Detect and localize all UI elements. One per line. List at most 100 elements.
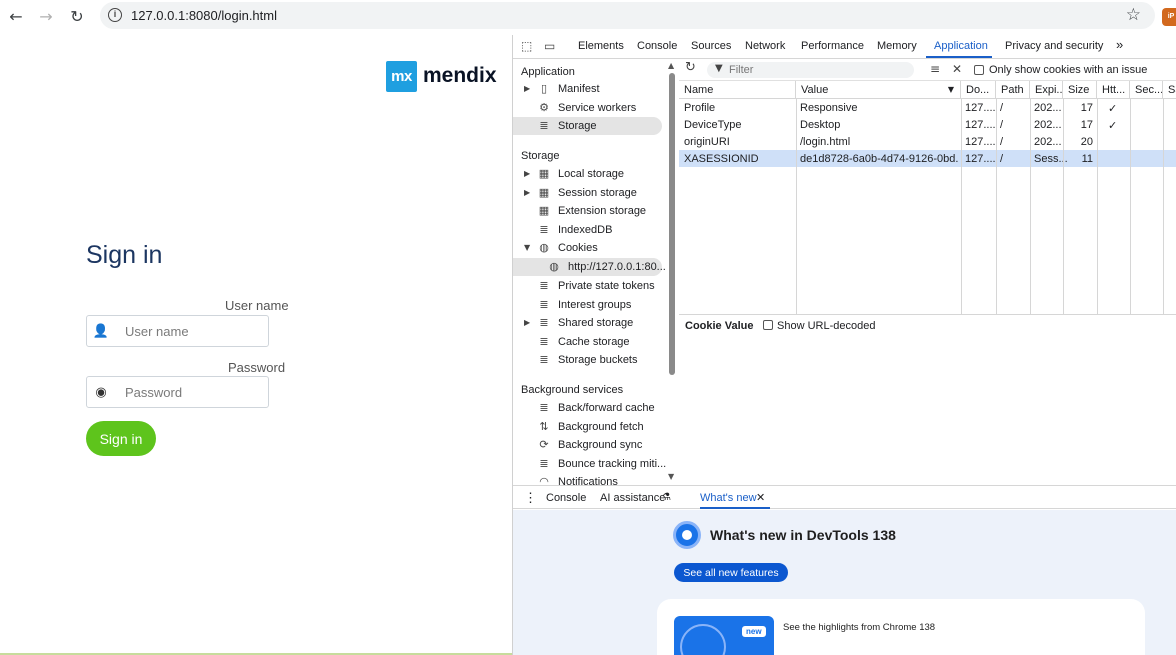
- sidebar-item-extension-storage[interactable]: ▦ Extension storage: [513, 202, 663, 220]
- sidebar-item-storage[interactable]: ≣ Storage: [513, 117, 662, 135]
- password-field[interactable]: ◉ Password: [86, 376, 269, 408]
- sidebar-item-cookie-origin[interactable]: ◍ http://127.0.0.1:80...: [513, 258, 666, 276]
- bookmark-star-icon[interactable]: ☆: [1126, 5, 1141, 25]
- database-icon: ≣: [539, 316, 549, 329]
- table-row[interactable]: Profile Responsive 127.... / 202... 17 ✓: [679, 99, 1176, 116]
- expand-arrow-icon[interactable]: ▶: [524, 169, 530, 178]
- sidebar-item-background-sync[interactable]: ⟳ Background sync: [513, 436, 663, 454]
- only-issue-checkbox[interactable]: [974, 65, 984, 75]
- drawer-menu-icon[interactable]: ⋮: [524, 490, 537, 506]
- sidebar-item-interest-groups[interactable]: ≣ Interest groups: [513, 296, 663, 314]
- sidebar-item-label: Notifications: [558, 476, 618, 485]
- tab-elements[interactable]: Elements: [578, 40, 624, 52]
- eye-hidden-icon[interactable]: ◉: [87, 377, 115, 407]
- show-url-decoded-checkbox[interactable]: [763, 320, 773, 330]
- sidebar-item-indexeddb[interactable]: ≣ IndexedDB: [513, 221, 663, 239]
- cell-path: /: [1000, 136, 1004, 148]
- username-placeholder[interactable]: User name: [125, 324, 189, 339]
- column-header-httponly[interactable]: Htt...: [1097, 81, 1130, 99]
- sidebar-item-label: Shared storage: [558, 317, 634, 329]
- collapse-arrow-icon[interactable]: ▼: [524, 243, 530, 252]
- delete-icon[interactable]: ✕: [952, 62, 962, 76]
- table-row[interactable]: originURI /login.html 127.... / 202... 2…: [679, 133, 1176, 150]
- see-all-features-button[interactable]: See all new features: [674, 563, 788, 582]
- sidebar-item-notifications[interactable]: ◠ Notifications: [513, 473, 663, 485]
- new-badge: new: [742, 626, 766, 637]
- device-toolbar-icon[interactable]: ▭: [544, 39, 560, 55]
- devtools-panel: ⬚ ▭ Elements Console Sources Network Per…: [512, 35, 1176, 655]
- address-bar[interactable]: i 127.0.0.1:8080/login.html ☆: [100, 2, 1155, 29]
- url-text[interactable]: 127.0.0.1:8080/login.html: [131, 8, 277, 23]
- table-row[interactable]: DeviceType Desktop 127.... / 202... 17 ✓: [679, 116, 1176, 133]
- username-field[interactable]: 👤 User name: [86, 315, 269, 347]
- drawer-tab-console[interactable]: Console: [546, 492, 586, 504]
- forward-arrow-icon[interactable]: →: [34, 4, 58, 28]
- sidebar-item-bounce-tracking[interactable]: ≣ Bounce tracking miti...: [513, 455, 666, 473]
- scroll-down-arrow-icon[interactable]: ▼: [668, 472, 674, 481]
- sidebar-scrollbar[interactable]: [669, 73, 675, 375]
- close-icon[interactable]: ✕: [756, 491, 765, 504]
- sidebar-item-manifest[interactable]: ▶ ▯ Manifest: [513, 80, 663, 98]
- sidebar-item-label: IndexedDB: [558, 224, 613, 236]
- sign-in-button[interactable]: Sign in: [86, 421, 156, 456]
- clear-filtered-icon[interactable]: ≡: [930, 62, 940, 76]
- tab-privacy-security[interactable]: Privacy and security: [1005, 40, 1103, 52]
- column-header-domain[interactable]: Do...: [961, 81, 996, 99]
- column-header-path[interactable]: Path: [996, 81, 1030, 99]
- table-icon: ▦: [538, 167, 550, 180]
- database-icon: ≣: [539, 223, 549, 236]
- tab-console[interactable]: Console: [637, 40, 677, 52]
- expand-arrow-icon[interactable]: ▶: [524, 84, 530, 93]
- tab-network[interactable]: Network: [745, 40, 785, 52]
- column-divider: [1063, 99, 1064, 314]
- highlights-text[interactable]: See the highlights from Chrome 138: [783, 622, 935, 633]
- highlights-thumbnail[interactable]: new: [674, 616, 774, 655]
- sidebar-item-service-workers[interactable]: ⚙ Service workers: [513, 99, 663, 117]
- scroll-up-arrow-icon[interactable]: ▲: [668, 61, 674, 70]
- table-row[interactable]: XASESSIONID de1d8728-6a0b-4d74-9126-0bd.…: [679, 150, 1176, 167]
- tab-performance[interactable]: Performance: [801, 40, 864, 52]
- column-divider: [996, 99, 997, 314]
- filter-input[interactable]: ▼ Filter: [707, 62, 914, 78]
- whats-new-title: What's new in DevTools 138: [710, 527, 896, 543]
- password-placeholder[interactable]: Password: [125, 385, 182, 400]
- column-divider: [961, 99, 962, 314]
- sidebar-item-storage-buckets[interactable]: ≣ Storage buckets: [513, 351, 663, 369]
- chrome-devtools-logo-icon: [673, 521, 701, 549]
- sidebar-item-shared-storage[interactable]: ▶ ≣ Shared storage: [513, 314, 663, 332]
- sidebar-item-back-forward-cache[interactable]: ≣ Back/forward cache: [513, 399, 663, 417]
- column-header-size[interactable]: Size: [1063, 81, 1097, 99]
- column-header-value[interactable]: Value ▼: [796, 81, 961, 99]
- column-header-secure[interactable]: Sec...: [1130, 81, 1163, 99]
- sidebar-item-cache-storage[interactable]: ≣ Cache storage: [513, 333, 663, 351]
- reload-icon[interactable]: ↻: [65, 4, 89, 28]
- flask-icon: ⚗: [662, 492, 671, 503]
- sidebar-item-session-storage[interactable]: ▶ ▦ Session storage: [513, 184, 663, 202]
- refresh-icon[interactable]: ↻: [685, 60, 696, 75]
- drawer-tab-whats-new[interactable]: What's new: [700, 492, 757, 504]
- tab-sources[interactable]: Sources: [691, 40, 731, 52]
- cell-value: Desktop: [800, 119, 841, 131]
- inspect-element-icon[interactable]: ⬚: [521, 39, 537, 55]
- extension-icon[interactable]: iP: [1162, 8, 1176, 26]
- show-url-decoded-label: Show URL-decoded: [777, 320, 876, 332]
- cell-size: 11: [1081, 153, 1093, 165]
- site-info-icon[interactable]: i: [108, 8, 122, 22]
- expand-arrow-icon[interactable]: ▶: [524, 188, 530, 197]
- drawer-tab-ai-assistance[interactable]: AI assistance: [600, 492, 665, 504]
- column-header-samesite[interactable]: Sa: [1163, 81, 1176, 99]
- more-tabs-icon[interactable]: »: [1116, 37, 1123, 52]
- expand-arrow-icon[interactable]: ▶: [524, 318, 530, 327]
- column-header-name[interactable]: Name: [679, 81, 796, 99]
- highlights-card[interactable]: new See the highlights from Chrome 138: [657, 599, 1145, 655]
- filter-placeholder[interactable]: Filter: [729, 64, 753, 76]
- sidebar-item-local-storage[interactable]: ▶ ▦ Local storage: [513, 165, 663, 183]
- tab-application[interactable]: Application: [934, 40, 988, 52]
- back-arrow-icon[interactable]: ←: [4, 4, 28, 28]
- browser-toolbar: ← → ↻ i 127.0.0.1:8080/login.html ☆ iP: [0, 0, 1176, 32]
- sidebar-item-background-fetch[interactable]: ⇅ Background fetch: [513, 418, 663, 436]
- tab-memory[interactable]: Memory: [877, 40, 917, 52]
- sidebar-item-cookies[interactable]: ▼ ◍ Cookies: [513, 239, 663, 257]
- column-header-expires[interactable]: Expi...: [1030, 81, 1063, 99]
- sidebar-item-private-state-tokens[interactable]: ≣ Private state tokens: [513, 277, 663, 295]
